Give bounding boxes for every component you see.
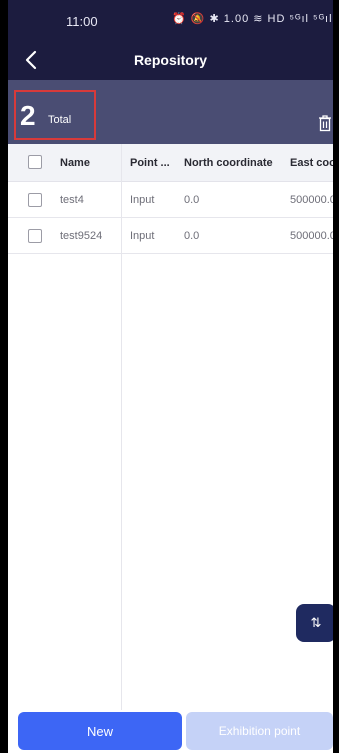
status-time: 11:00 — [66, 14, 98, 29]
trash-icon[interactable] — [317, 114, 333, 132]
column-header-name[interactable]: Name — [60, 144, 120, 181]
row-checkbox[interactable] — [28, 193, 42, 207]
row-north: 0.0 — [184, 193, 200, 206]
status-bar: 11:00 ⏰ 🔕 ✱ 1.00 ≋ HD ⁵ᴳıl ⁵ᴳıl 58 — [8, 0, 339, 40]
column-header-east[interactable]: East coo — [290, 144, 333, 181]
row-name: test9524 — [60, 229, 103, 242]
screen-edge-left — [0, 0, 8, 753]
row-name: test4 — [60, 193, 84, 206]
table-header: Name Point ... North coordinate East coo — [8, 144, 333, 182]
table-row[interactable]: test9524 Input 0.0 500000.0 — [8, 218, 333, 254]
new-button[interactable]: New — [18, 712, 182, 750]
select-all-checkbox[interactable] — [28, 155, 42, 169]
column-header-north[interactable]: North coordinate — [184, 144, 284, 181]
point-table: Name Point ... North coordinate East coo… — [8, 144, 333, 710]
swap-arrows-icon[interactable]: ⇅ — [296, 604, 336, 642]
status-icons: ⏰ 🔕 ✱ 1.00 ≋ HD ⁵ᴳıl ⁵ᴳıl 58 — [172, 12, 339, 26]
status-icons-text: ⏰ 🔕 ✱ 1.00 ≋ HD ⁵ᴳıl ⁵ᴳıl — [172, 13, 333, 25]
column-header-point[interactable]: Point ... — [130, 144, 176, 181]
bottom-action-bar: New Exhibition point — [8, 710, 333, 753]
table-row[interactable]: test4 Input 0.0 500000.0 — [8, 182, 333, 218]
exhibition-point-button[interactable]: Exhibition point — [186, 712, 333, 750]
total-label: Total — [48, 114, 72, 126]
row-checkbox[interactable] — [28, 229, 42, 243]
app-bar: Repository — [8, 40, 333, 80]
page-title: Repository — [133, 52, 208, 68]
total-count: 2 — [20, 100, 36, 131]
row-east: 500000.0 — [290, 229, 333, 242]
fab-glyph: ⇅ — [310, 615, 322, 630]
top-bar: 11:00 ⏰ 🔕 ✱ 1.00 ≋ HD ⁵ᴳıl ⁵ᴳıl 58 Repos… — [8, 0, 339, 80]
screen-edge-right — [333, 0, 339, 753]
row-point: Input — [130, 193, 155, 206]
summary-band: 2 Total — [8, 80, 333, 144]
screen: 11:00 ⏰ 🔕 ✱ 1.00 ≋ HD ⁵ᴳıl ⁵ᴳıl 58 Repos… — [0, 0, 339, 753]
row-north: 0.0 — [184, 229, 200, 242]
column-divider — [121, 144, 122, 710]
row-east: 500000.0 — [290, 193, 333, 206]
row-point: Input — [130, 229, 155, 242]
